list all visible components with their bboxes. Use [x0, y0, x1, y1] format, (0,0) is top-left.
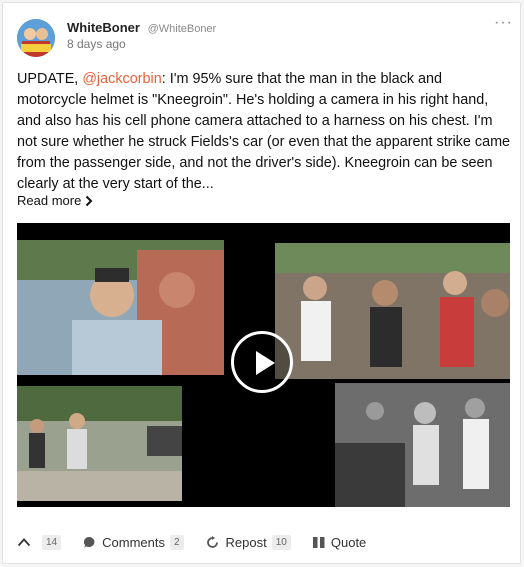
comments-count: 2 [169, 534, 184, 550]
video-frame-bottom-right [335, 383, 510, 507]
quote-icon [312, 536, 325, 548]
mention-link[interactable]: @jackcorbin [82, 71, 161, 87]
comments-label: Comments [102, 534, 165, 550]
quote-label: Quote [330, 534, 367, 550]
video-frame-bottom-left [17, 386, 182, 501]
author-handle[interactable]: @WhiteBoner [148, 23, 217, 35]
post-timestamp[interactable]: 8 days ago [67, 37, 126, 51]
quote-button[interactable]: Quote [312, 534, 367, 550]
avatar-image [17, 19, 55, 57]
read-more-link[interactable]: Read more [17, 193, 93, 208]
post-text-prefix: UPDATE, [17, 71, 83, 87]
post-card: WhiteBoner @WhiteBoner 8 days ago ··· UP… [2, 2, 521, 564]
post-actions: 14 Comments 2 Repost 10 Quote [17, 531, 511, 553]
comment-bubble-icon [84, 536, 95, 548]
repost-icon [206, 535, 218, 548]
repost-button[interactable]: Repost 10 [206, 534, 291, 550]
play-button[interactable] [231, 331, 293, 393]
repost-label: Repost [225, 534, 267, 550]
repost-count: 10 [271, 534, 291, 550]
read-more-label: Read more [17, 193, 82, 208]
upvote-chevron-icon [17, 538, 31, 547]
author-avatar[interactable] [17, 19, 55, 57]
author-name[interactable]: WhiteBoner [67, 20, 140, 35]
chevron-right-icon [86, 195, 93, 206]
author-line: WhiteBoner @WhiteBoner [67, 20, 216, 37]
comments-button[interactable]: Comments 2 [83, 534, 184, 550]
post-text-body: : I'm 95% sure that the man in the black… [17, 71, 511, 192]
video-frame-top-right [275, 243, 510, 379]
upvote-button[interactable]: 14 [17, 534, 62, 550]
post-text: UPDATE, @jackcorbin: I'm 95% sure that t… [17, 69, 511, 195]
video-player[interactable] [17, 223, 510, 507]
more-options-icon[interactable]: ··· [494, 15, 512, 31]
upvote-count: 14 [42, 534, 62, 550]
play-icon [256, 351, 275, 375]
video-frame-top-left [17, 240, 224, 375]
